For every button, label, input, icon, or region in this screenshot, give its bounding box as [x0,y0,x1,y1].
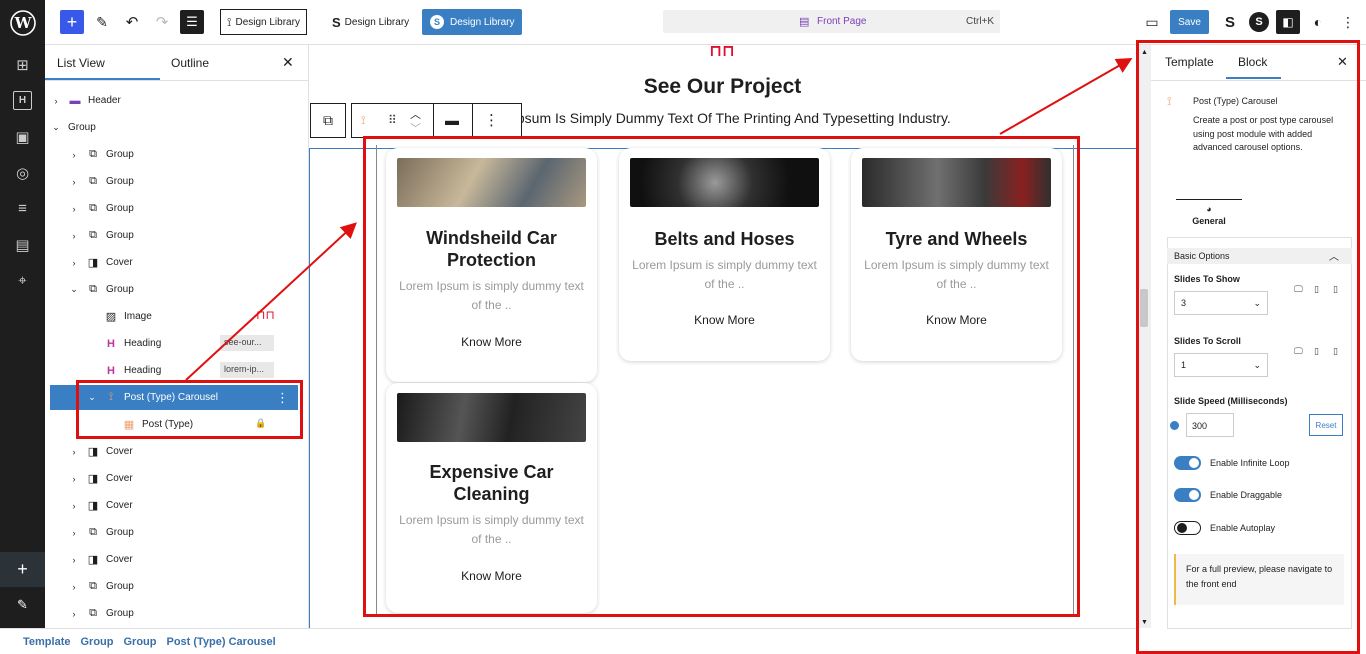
annotation-arrows [185,58,1133,381]
